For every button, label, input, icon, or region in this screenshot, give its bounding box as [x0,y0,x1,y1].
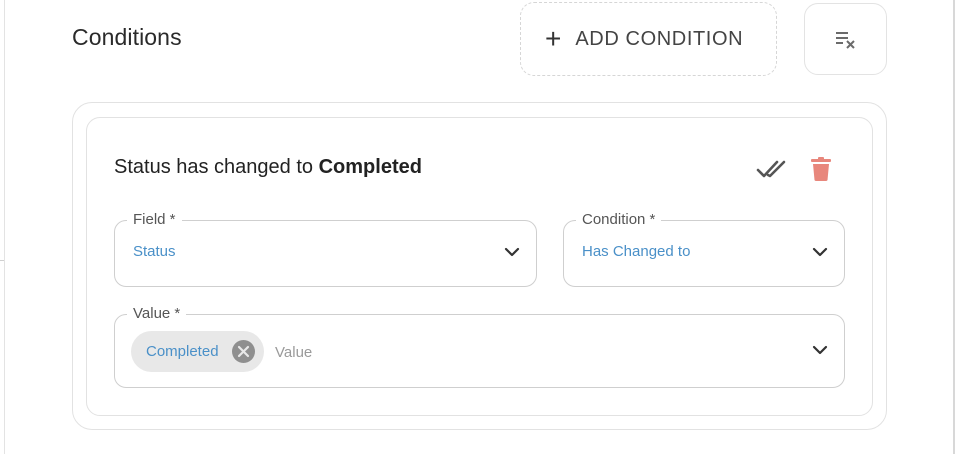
double-check-icon[interactable] [755,156,787,182]
section-title: Conditions [72,24,182,50]
condition-select[interactable]: Condition * Has Changed to [563,211,845,287]
add-condition-label: ADD CONDITION [575,27,744,50]
add-condition-button[interactable]: + ADD CONDITION [520,2,777,76]
chevron-down-icon [812,247,828,257]
value-select[interactable]: Value * Completed [114,305,845,388]
condition-summary-text: Status has changed to [114,156,314,178]
plus-icon: + [545,23,562,54]
clear-list-icon [835,32,855,49]
field-select-label: Field * [127,211,182,229]
panel-right-border [953,0,955,454]
panel-divider-tick [0,260,4,261]
condition-summary: Status has changed to Completed [114,156,422,179]
chevron-down-icon [504,247,520,257]
field-select[interactable]: Field * Status [114,211,537,287]
condition-select-value: Has Changed to [582,243,691,260]
field-select-value: Status [133,243,176,260]
value-input[interactable] [275,341,775,363]
value-chip: Completed [131,331,264,372]
chevron-down-icon [812,345,828,355]
value-select-label: Value * [127,305,187,323]
condition-summary-value: Completed [318,156,422,178]
clear-conditions-button[interactable] [804,3,887,75]
panel-left-border [4,0,5,454]
remove-chip-icon[interactable] [232,340,255,363]
condition-select-label: Condition * [576,211,662,229]
value-chip-label: Completed [146,343,219,360]
trash-icon[interactable] [808,156,834,182]
